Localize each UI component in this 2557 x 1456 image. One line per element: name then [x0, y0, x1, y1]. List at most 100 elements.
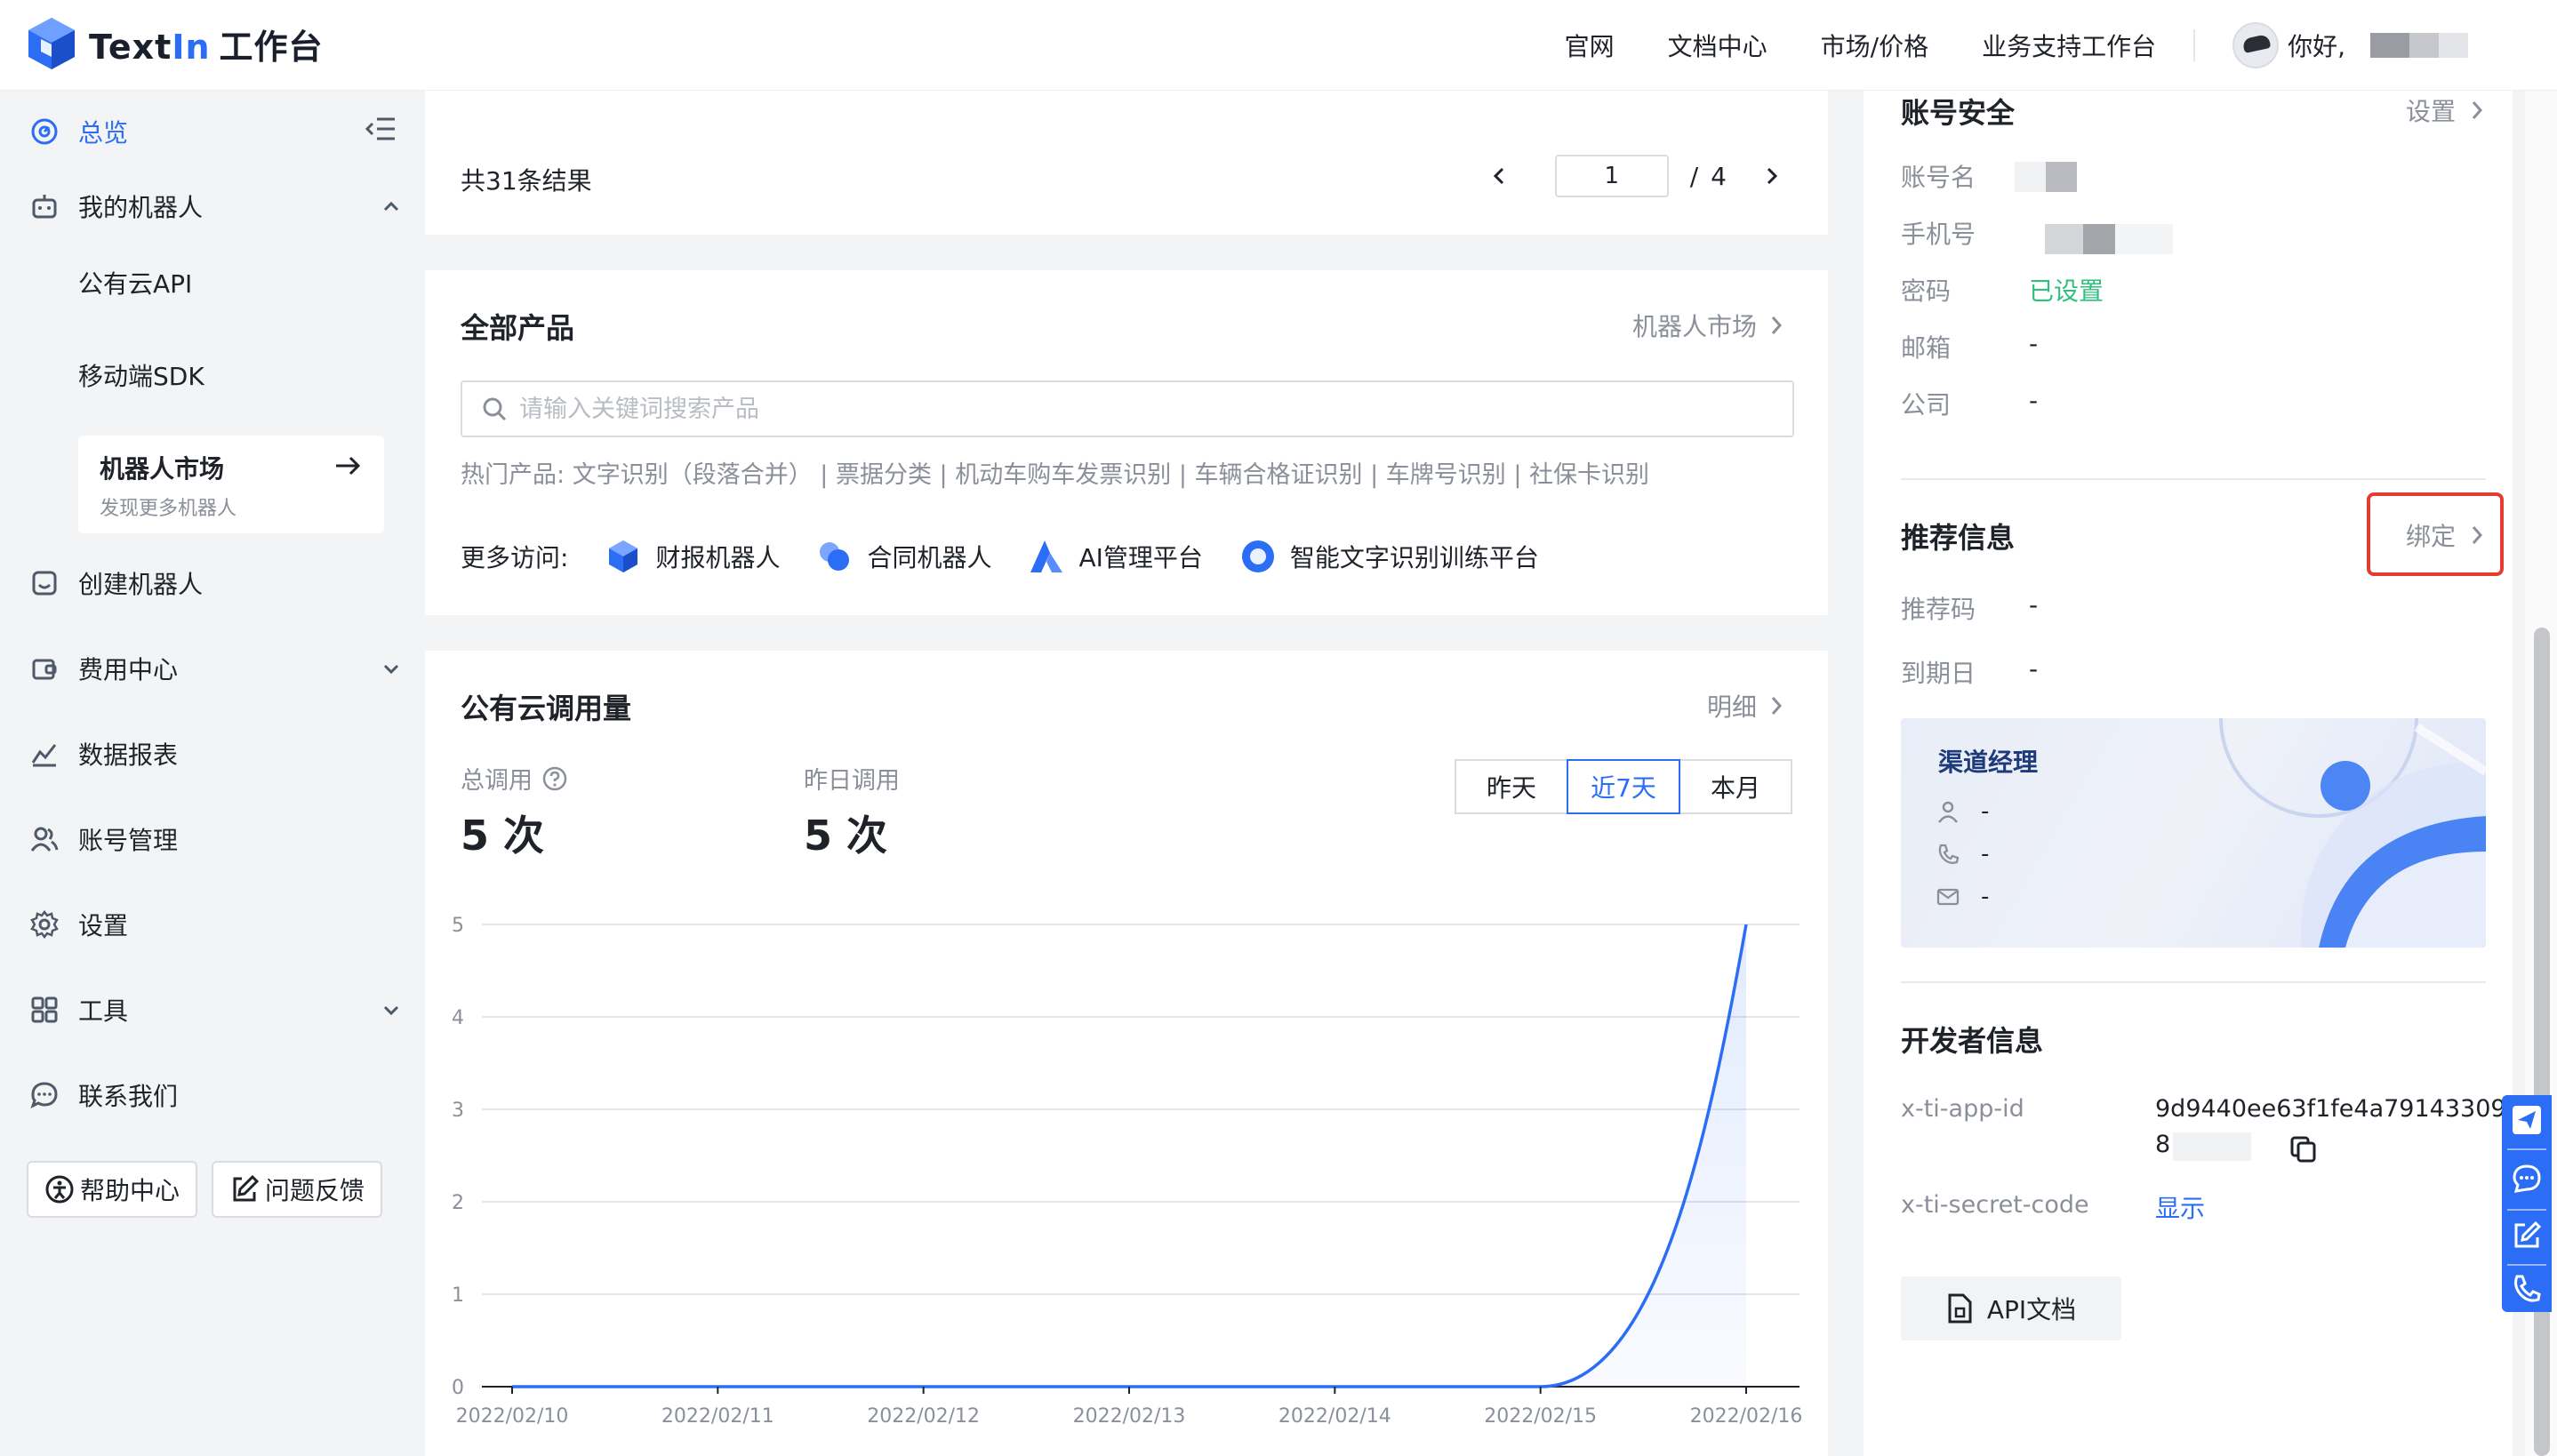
hot-product-link[interactable]: 车辆合格证识别: [1195, 461, 1363, 489]
sidebar-item-create-robot[interactable]: 创建机器人: [28, 556, 402, 610]
developer-info-title: 开发者信息: [1901, 1024, 2044, 1058]
toolbar-divider: [2507, 1264, 2546, 1266]
series-line: [512, 924, 1748, 1388]
copy-icon[interactable]: [2288, 1134, 2319, 1164]
hot-product-link[interactable]: 票据分类: [836, 461, 932, 489]
feedback-label: 问题反馈: [264, 1176, 365, 1205]
hot-product-link[interactable]: 文字识别（段落合并）: [573, 461, 813, 489]
sidebar-item-settings[interactable]: 设置: [28, 898, 402, 951]
bind-referral-label: 绑定: [2405, 522, 2456, 551]
section-divider: [1901, 981, 2486, 983]
sidebar-item-label: 工具: [78, 996, 129, 1026]
nav-docs[interactable]: 文档中心: [1668, 28, 1767, 63]
next-page-button[interactable]: [1753, 158, 1789, 194]
redacted-username[interactable]: [2370, 33, 2468, 58]
collapse-sidebar-icon[interactable]: [365, 116, 397, 142]
accessibility-icon: [45, 1175, 74, 1204]
ai-platform-link[interactable]: AI管理平台: [1027, 537, 1203, 576]
channel-manager-card: 渠道经理 - - -: [1901, 718, 2486, 948]
account-settings-link[interactable]: 设置: [2406, 92, 2486, 128]
sidebar-item-overview[interactable]: 总览: [28, 105, 402, 158]
chevron-right-icon: [1771, 316, 1783, 334]
chevron-left-icon: [1493, 167, 1503, 185]
more-item-label: 智能文字识别训练平台: [1289, 543, 1539, 572]
x-tick-label: 2022/02/10: [456, 1405, 569, 1428]
nav-divider: [2193, 29, 2196, 61]
sidebar-item-robot-market[interactable]: 机器人市场 发现更多机器人: [78, 436, 384, 533]
sidebar-item-contact[interactable]: 联系我们: [28, 1068, 402, 1122]
api-doc-button[interactable]: API文档: [1901, 1276, 2121, 1340]
ocr-training-icon: [1241, 540, 1274, 572]
edit-icon[interactable]: [2509, 1218, 2545, 1253]
user-icon: [1938, 801, 1958, 823]
top-navigation: 官网 文档中心 市场/价格 业务支持工作台 你好,: [1565, 0, 2468, 91]
sidebar-item-my-robots[interactable]: 我的机器人: [28, 180, 402, 233]
redacted-app-id: [2173, 1132, 2251, 1161]
financial-report-robot-link[interactable]: 财报机器人: [604, 537, 780, 576]
sidebar-item-label: 数据报表: [78, 740, 179, 770]
send-icon[interactable]: [2509, 1102, 2545, 1138]
create-robot-icon: [28, 567, 60, 599]
account-settings-label: 设置: [2405, 97, 2456, 126]
sidebar-item-label: 联系我们: [78, 1082, 179, 1111]
nav-market-pricing[interactable]: 市场/价格: [1821, 28, 1928, 63]
sidebar-item-tools[interactable]: 工具: [28, 983, 402, 1036]
sidebar-item-label: 创建机器人: [78, 570, 204, 599]
edit-icon: [233, 1174, 260, 1202]
greeting: 你好,: [2288, 32, 2345, 61]
robot-market-link-label: 机器人市场: [1631, 312, 1757, 341]
contract-robot-link[interactable]: 合同机器人: [815, 537, 991, 576]
hot-product-link[interactable]: 社保卡识别: [1529, 461, 1649, 489]
phone-label: 手机号: [1901, 220, 1976, 249]
x-tick-label: 2022/02/14: [1278, 1405, 1391, 1428]
prev-page-button[interactable]: [1482, 158, 1518, 194]
cube-logo-icon: [28, 18, 75, 69]
chevron-down-icon: [383, 664, 399, 675]
search-input[interactable]: [519, 395, 1764, 423]
users-icon: [28, 823, 60, 855]
feedback-button[interactable]: 问题反馈: [212, 1161, 382, 1218]
y-tick-label: 4: [452, 1007, 464, 1029]
show-secret-link[interactable]: 显示: [2155, 1189, 2205, 1225]
x-tick-label: 2022/02/16: [1690, 1405, 1803, 1428]
sidebar-item-reports[interactable]: 数据报表: [28, 727, 402, 780]
robot-market-link[interactable]: 机器人市场: [1632, 308, 1785, 343]
sidebar-item-billing[interactable]: 费用中心: [28, 642, 402, 695]
hot-product-link[interactable]: 车牌号识别: [1386, 461, 1506, 489]
sidebar-item-account[interactable]: 账号管理: [28, 812, 402, 866]
sidebar-item-mobile-sdk[interactable]: 移动端SDK: [78, 357, 204, 393]
channel-phone-value: -: [1981, 841, 1990, 868]
email-label: 邮箱: [1901, 333, 1952, 363]
hot-products-label: 热门产品:: [461, 461, 565, 489]
nav-official-site[interactable]: 官网: [1565, 28, 1615, 63]
x-tick-label: 2022/02/15: [1484, 1405, 1597, 1428]
chat-icon[interactable]: [2509, 1161, 2545, 1196]
secret-code-label: x-ti-secret-code: [1901, 1191, 2089, 1219]
scrollbar-thumb[interactable]: [2534, 628, 2550, 1456]
chevron-right-icon: [1767, 167, 1778, 185]
help-center-button[interactable]: 帮助中心: [27, 1161, 197, 1218]
product-search[interactable]: [461, 380, 1794, 437]
dashboard-icon: [28, 116, 60, 148]
more-access: 更多访问: 财报机器人 合同机器人 AI管理平台 智能文字识别训练平台: [461, 537, 1539, 576]
sidebar-item-public-api[interactable]: 公有云API: [78, 265, 192, 300]
range-7days-button[interactable]: 近7天: [1567, 759, 1680, 814]
brand-logo[interactable]: TextIn 工作台: [27, 16, 324, 71]
bind-referral-link[interactable]: 绑定: [2406, 517, 2486, 553]
x-tick-label: 2022/02/13: [1073, 1405, 1186, 1428]
more-item-label: 财报机器人: [655, 543, 781, 572]
contract-product-icon: [820, 542, 850, 571]
email-value: -: [2029, 329, 2039, 358]
user-avatar[interactable]: [2232, 22, 2280, 68]
company-value: -: [2029, 386, 2039, 415]
y-tick-label: 2: [452, 1192, 464, 1214]
phone-icon[interactable]: [2509, 1271, 2545, 1307]
app-id-label: x-ti-app-id: [1901, 1095, 2024, 1123]
hot-product-link[interactable]: 机动车购车发票识别: [955, 461, 1171, 489]
page-input[interactable]: 1: [1554, 155, 1669, 197]
nav-business-support[interactable]: 业务支持工作台: [1982, 28, 2156, 63]
ocr-training-platform-link[interactable]: 智能文字识别训练平台: [1238, 537, 1539, 576]
section-divider: [1901, 478, 2486, 480]
sidebar-item-label: 账号管理: [78, 826, 179, 855]
brand-prefix: Text: [89, 27, 172, 67]
